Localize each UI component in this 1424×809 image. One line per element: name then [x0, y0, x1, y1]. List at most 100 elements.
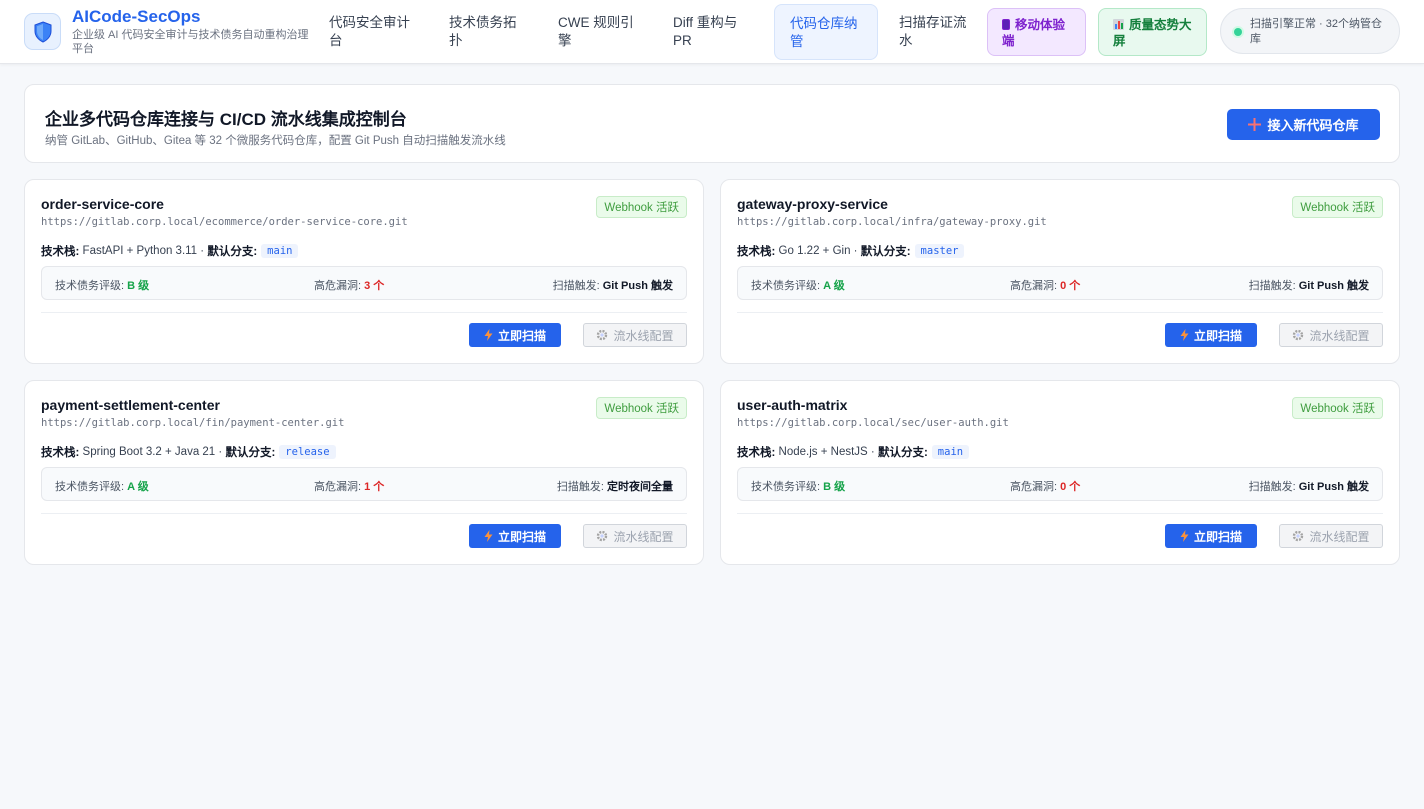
- scan-trigger-label: 扫描触发:: [552, 280, 600, 292]
- add-repo-button[interactable]: 接入新代码仓库: [1227, 109, 1380, 140]
- debt-grade-value: B 级: [823, 481, 846, 493]
- debt-grade-label: 技术债务评级:: [751, 481, 821, 493]
- debt-grade-value: A 级: [127, 481, 149, 493]
- scan-trigger-metric: 扫描触发: 定时夜间全量: [557, 478, 673, 494]
- nav-tab-security-audit[interactable]: 代码安全审计台: [314, 4, 426, 60]
- scan-now-button[interactable]: 立即扫描: [1165, 323, 1257, 347]
- lightning-icon: [1180, 329, 1189, 341]
- nav-tab-tech-debt-topology[interactable]: 技术债务拓扑: [434, 4, 534, 60]
- repo-metrics-bar: 技术债务评级: B 级 高危漏洞: 3 个 扫描触发: Git Push 触发: [41, 266, 687, 300]
- branch-label: 默认分支:: [877, 447, 928, 459]
- stack-label: 技术栈:: [737, 246, 776, 258]
- scan-now-label: 立即扫描: [1193, 529, 1242, 544]
- repo-url: https://gitlab.corp.local/ecommerce/orde…: [41, 216, 408, 228]
- scan-trigger-value: Git Push 触发: [1298, 280, 1369, 292]
- scan-trigger-label: 扫描触发:: [1248, 280, 1296, 292]
- high-vuln-value: 3 个: [364, 280, 385, 292]
- debt-grade-label: 技术债务评级:: [55, 481, 125, 493]
- debt-grade-metric: 技术债务评级: B 级: [751, 478, 845, 494]
- pipeline-config-label: 流水线配置: [613, 529, 674, 544]
- plus-icon: [1248, 118, 1262, 131]
- status-dot-icon: [1234, 28, 1242, 36]
- repo-name: user-auth-matrix: [737, 397, 848, 413]
- shield-icon: [34, 20, 51, 43]
- mobile-experience-label: 移动体验端: [1002, 18, 1066, 48]
- pipeline-config-button[interactable]: 流水线配置: [1279, 524, 1383, 548]
- card-divider: [41, 513, 687, 514]
- webhook-status-badge: Webhook 活跃: [596, 196, 687, 218]
- branch-label: 默认分支:: [207, 246, 258, 258]
- high-vuln-metric: 高危漏洞: 0 个: [1010, 478, 1080, 494]
- repo-metrics-bar: 技术债务评级: A 级 高危漏洞: 1 个 扫描触发: 定时夜间全量: [41, 467, 687, 501]
- card-divider: [737, 312, 1383, 313]
- nav-tab-cwe-rule-engine[interactable]: CWE 规则引擎: [543, 4, 653, 60]
- high-vuln-label: 高危漏洞:: [314, 481, 362, 493]
- scan-trigger-value: 定时夜间全量: [607, 481, 673, 493]
- debt-grade-metric: 技术债务评级: B 级: [55, 277, 149, 293]
- branch-label: 默认分支:: [225, 447, 276, 459]
- nav-tab-repo-management[interactable]: 代码仓库纳管: [774, 4, 878, 60]
- scan-trigger-metric: 扫描触发: Git Push 触发: [553, 277, 673, 293]
- scan-now-button[interactable]: 立即扫描: [1165, 524, 1257, 548]
- repo-stack-line: 技术栈: Spring Boot 3.2 + Java 21 · 默认分支: re…: [41, 444, 336, 460]
- repo-metrics-bar: 技术债务评级: B 级 高危漏洞: 0 个 扫描触发: Git Push 触发: [737, 467, 1383, 501]
- debt-grade-label: 技术债务评级:: [751, 280, 821, 292]
- stack-value: Spring Boot 3.2 + Java 21: [82, 446, 216, 458]
- gear-icon: [597, 530, 608, 542]
- stack-label: 技术栈:: [41, 246, 80, 258]
- scan-trigger-value: Git Push 触发: [602, 280, 673, 292]
- high-vuln-label: 高危漏洞:: [314, 280, 362, 292]
- debt-grade-metric: 技术债务评级: A 级: [55, 478, 149, 494]
- high-vuln-metric: 高危漏洞: 1 个: [314, 478, 384, 494]
- engine-status-badge: 扫描引擎正常 · 32个纳管仓库: [1220, 8, 1400, 54]
- nav-tab-scan-evidence-log[interactable]: 扫描存证流水: [884, 4, 984, 60]
- scan-trigger-metric: 扫描触发: Git Push 触发: [1249, 478, 1369, 494]
- brand-subtitle: 企业级 AI 代码安全审计与技术债务自动重构治理平台: [72, 29, 309, 55]
- pipeline-config-button[interactable]: 流水线配置: [583, 524, 687, 548]
- repo-url: https://gitlab.corp.local/sec/user-auth.…: [737, 417, 1009, 429]
- pipeline-config-button[interactable]: 流水线配置: [1279, 323, 1383, 347]
- high-vuln-value: 1 个: [364, 481, 385, 493]
- branch-tag: release: [279, 445, 336, 459]
- branch-tag: main: [261, 244, 299, 258]
- debt-grade-metric: 技术债务评级: A 级: [751, 277, 845, 293]
- card-divider: [41, 312, 687, 313]
- scan-now-label: 立即扫描: [1193, 328, 1242, 343]
- page-title: 企业多代码仓库连接与 CI/CD 流水线集成控制台: [45, 110, 407, 129]
- logo[interactable]: [24, 13, 61, 50]
- gear-icon: [1293, 329, 1304, 341]
- debt-grade-value: B 级: [127, 280, 150, 292]
- nav-tab-diff-refactor-pr[interactable]: Diff 重构与 PR: [658, 4, 762, 60]
- repo-card: gateway-proxy-service https://gitlab.cor…: [720, 179, 1400, 364]
- console-header-panel: 企业多代码仓库连接与 CI/CD 流水线集成控制台 纳管 GitLab、GitH…: [24, 84, 1400, 163]
- scan-trigger-value: Git Push 触发: [1298, 481, 1369, 493]
- stack-label: 技术栈:: [737, 447, 776, 459]
- scan-now-button[interactable]: 立即扫描: [469, 524, 561, 548]
- mobile-experience-button[interactable]: 移动体验端: [987, 8, 1086, 56]
- scan-now-button[interactable]: 立即扫描: [469, 323, 561, 347]
- scan-now-label: 立即扫描: [497, 328, 546, 343]
- repo-stack-line: 技术栈: Go 1.22 + Gin · 默认分支: master: [737, 243, 965, 259]
- high-vuln-value: 0 个: [1060, 481, 1081, 493]
- high-vuln-value: 0 个: [1060, 280, 1081, 292]
- repo-url: https://gitlab.corp.local/fin/payment-ce…: [41, 417, 345, 429]
- pipeline-config-button[interactable]: 流水线配置: [583, 323, 687, 347]
- repo-name: gateway-proxy-service: [737, 196, 888, 212]
- stack-value: FastAPI + Python 3.11: [82, 245, 198, 257]
- pipeline-config-label: 流水线配置: [1309, 529, 1370, 544]
- webhook-status-badge: Webhook 活跃: [596, 397, 687, 419]
- gear-icon: [1293, 530, 1304, 542]
- pipeline-config-label: 流水线配置: [1309, 328, 1370, 343]
- high-vuln-label: 高危漏洞:: [1010, 280, 1058, 292]
- repo-card: user-auth-matrix https://gitlab.corp.loc…: [720, 380, 1400, 565]
- mobile-icon: [1002, 19, 1010, 30]
- lightning-icon: [484, 530, 493, 542]
- webhook-status-badge: Webhook 活跃: [1292, 196, 1383, 218]
- repo-stack-line: 技术栈: FastAPI + Python 3.11 · 默认分支: main: [41, 243, 299, 259]
- branch-tag: main: [931, 445, 970, 459]
- quality-dashboard-button[interactable]: 质量态势大屏: [1098, 8, 1207, 56]
- branch-label: 默认分支:: [860, 246, 911, 258]
- page-subtitle: 纳管 GitLab、GitHub、Gitea 等 32 个微服务代码仓库，配置 …: [45, 135, 506, 147]
- bar-chart-icon: [1113, 19, 1124, 30]
- scan-trigger-metric: 扫描触发: Git Push 触发: [1249, 277, 1369, 293]
